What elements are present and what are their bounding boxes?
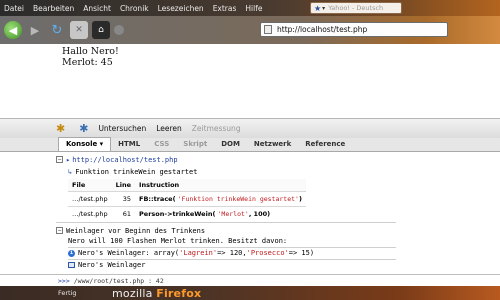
navigation-toolbar: ◀ ▶ ↻ ✕ ⌂ http://localhost/test.php: [0, 16, 500, 44]
trace-fn: FB::trace(: [139, 195, 176, 203]
forward-button[interactable]: ▶: [26, 21, 44, 39]
stop-button[interactable]: ✕: [70, 21, 88, 39]
menu-bearbeiten[interactable]: Bearbeiten: [33, 4, 74, 13]
search-input[interactable]: Yahoo! - Deutsch: [328, 4, 383, 12]
menu-ansicht[interactable]: Ansicht: [83, 4, 111, 13]
wine-group-label: Weinlager vor Beginn des Trinkens: [66, 226, 206, 235]
tab-konsole[interactable]: Konsole ▾: [58, 137, 112, 151]
url-text[interactable]: http://localhost/test.php: [277, 25, 367, 34]
brand-name: Firefox: [156, 287, 202, 300]
search-box[interactable]: ★ ▾ Yahoo! - Deutsch: [310, 2, 402, 14]
menu-datei[interactable]: Datei: [4, 4, 24, 13]
info-row: i Nero's Weinlager: array('Lagrein' => 12…: [68, 248, 314, 258]
chevron-down-icon[interactable]: ▾: [322, 5, 325, 12]
trace-line: 35: [111, 191, 136, 207]
info-key-lagrein: 'Lagrein': [179, 249, 218, 257]
url-bar[interactable]: http://localhost/test.php: [260, 22, 448, 37]
menu-extras[interactable]: Extras: [213, 4, 237, 13]
request-row[interactable]: − ▸ http://localhost/test.php: [56, 154, 178, 165]
command-prompt: >>>: [58, 276, 70, 285]
menu-lesezeichen[interactable]: Lesezeichen: [158, 4, 204, 13]
trace-file[interactable]: …/test.php: [68, 206, 112, 221]
trace-close: ): [298, 195, 302, 203]
trace-fn: Person->trinkeWein(: [139, 210, 216, 218]
page-icon: [264, 25, 272, 34]
trace-instruction: FB::trace( 'Funktion trinkeWein gestarte…: [135, 191, 306, 207]
status-text: Fertig: [58, 289, 77, 297]
table-log-row[interactable]: Nero's Weinlager: [68, 260, 145, 270]
firefox-logo: mozilla Firefox: [112, 287, 201, 300]
trace-line: 61: [111, 206, 136, 221]
info-prefix: Nero's Weinlager: array(: [78, 249, 180, 257]
tab-netzwerk[interactable]: Netzwerk: [247, 140, 298, 151]
inspect-icon[interactable]: ✱: [79, 122, 88, 135]
table-icon: [68, 262, 75, 268]
throbber-icon: [114, 25, 124, 35]
tab-konsole-label: Konsole: [66, 140, 98, 148]
command-line[interactable]: >>> /www/root/test.php : 42: [0, 274, 500, 286]
clear-button[interactable]: Leeren: [156, 124, 182, 133]
header-instruction: Instruction: [135, 179, 306, 192]
header-line: Line: [111, 179, 136, 192]
table-row: …/test.php 35 FB::trace( 'Funktion trink…: [68, 191, 306, 207]
request-url[interactable]: http://localhost/test.php: [72, 156, 177, 164]
trace-close: , 100): [248, 210, 271, 218]
tab-skript[interactable]: Skript: [176, 140, 214, 151]
arrow-right-icon: ▸: [66, 155, 71, 164]
divider: [56, 222, 396, 223]
firebug-toolbar: ✱ ✱ Untersuchen Leeren Zeitmessung: [0, 118, 500, 138]
firebug-icon[interactable]: ✱: [56, 122, 65, 135]
trace-instruction: Person->trinkeWein( 'Merlot', 100): [135, 206, 306, 221]
tab-html[interactable]: HTML: [111, 140, 147, 151]
tab-reference[interactable]: Reference: [298, 140, 352, 151]
tab-css[interactable]: CSS: [147, 140, 176, 151]
menu-chronik[interactable]: Chronik: [120, 4, 149, 13]
firebug-tabs: Konsole ▾ HTML CSS Skript DOM Netzwerk R…: [0, 137, 500, 152]
trace-arg: 'Funktion trinkeWein gestartet': [177, 195, 299, 203]
page-content: Hallo Nero! Merlot: 45: [62, 46, 119, 68]
collapse-toggle-icon[interactable]: −: [56, 156, 63, 163]
trace-group-label: Funktion trinkeWein gestartet: [75, 167, 198, 176]
collapse-toggle-icon[interactable]: −: [56, 227, 63, 234]
trace-header-row: File Line Instruction: [68, 179, 306, 192]
greeting-text: Hallo Nero!: [62, 46, 119, 57]
command-line-text[interactable]: /www/root/test.php : 42: [74, 277, 164, 285]
tab-dom[interactable]: DOM: [214, 140, 247, 151]
info-end: => 15): [288, 249, 315, 257]
brand-prefix: mozilla: [112, 287, 153, 300]
status-bar: Fertig mozilla Firefox: [0, 286, 500, 300]
reload-button[interactable]: ↻: [48, 21, 66, 39]
back-button[interactable]: ◀: [4, 21, 22, 39]
log-row: Nero will 100 Flashen Merlot trinken. Be…: [68, 236, 287, 246]
trace-table: File Line Instruction …/test.php 35 FB::…: [68, 179, 306, 221]
trace-file[interactable]: …/test.php: [68, 191, 112, 207]
home-button[interactable]: ⌂: [92, 21, 110, 39]
info-mid: => 120,: [217, 249, 247, 257]
merlot-text: Merlot: 45: [62, 57, 113, 68]
header-file: File: [68, 179, 112, 192]
trace-icon: ↳: [68, 167, 73, 176]
info-icon: i: [68, 249, 75, 257]
trace-group-row[interactable]: ↳ Funktion trinkeWein gestartet: [68, 166, 197, 177]
trace-arg: 'Merlot': [217, 210, 249, 218]
table-log-label[interactable]: Nero's Weinlager: [78, 261, 145, 269]
info-key-prosecco: 'Prosecco': [246, 249, 289, 257]
table-row: …/test.php 61 Person->trinkeWein( 'Merlo…: [68, 206, 306, 221]
profile-button[interactable]: Zeitmessung: [192, 124, 241, 133]
search-engine-icon[interactable]: ★: [314, 4, 321, 13]
menu-bar: Datei Bearbeiten Ansicht Chronik Lesezei…: [0, 0, 500, 16]
menu-hilfe[interactable]: Hilfe: [245, 4, 262, 13]
wine-group-row[interactable]: − Weinlager vor Beginn des Trinkens: [56, 225, 205, 236]
log-text: Nero will 100 Flashen Merlot trinken. Be…: [68, 237, 288, 245]
inspect-button[interactable]: Untersuchen: [98, 124, 146, 133]
